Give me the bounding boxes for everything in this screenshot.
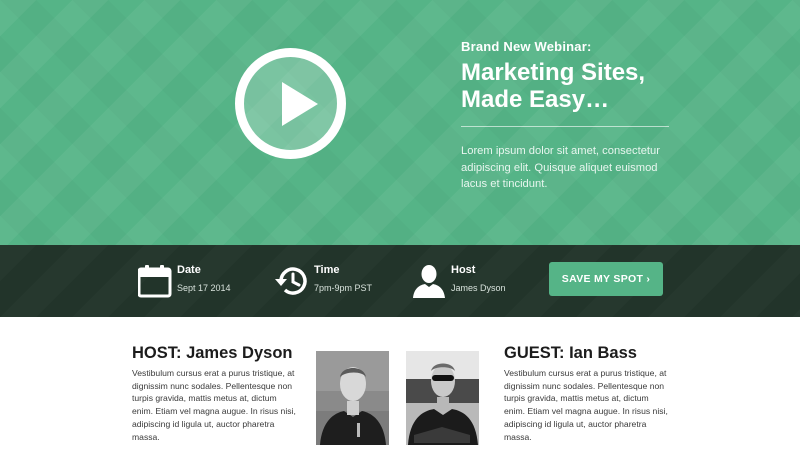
host-photo bbox=[316, 351, 389, 445]
user-silhouette-icon bbox=[413, 265, 445, 298]
info-time-value: 7pm-9pm PST bbox=[314, 283, 373, 293]
info-time-label: Time bbox=[314, 264, 340, 276]
calendar-icon bbox=[138, 265, 172, 298]
guest-photo bbox=[406, 351, 479, 445]
hero-eyebrow: Brand New Webinar: bbox=[461, 39, 592, 54]
history-clock-icon bbox=[275, 267, 307, 295]
hero-headline: Marketing Sites, Made Easy… bbox=[461, 59, 691, 113]
hero-headline-line2: Made Easy… bbox=[461, 86, 610, 113]
hero-description: Lorem ipsum dolor sit amet, consectetur … bbox=[461, 145, 660, 190]
info-date-label: Date bbox=[177, 264, 201, 276]
hero-headline-line1: Marketing Sites, bbox=[461, 59, 646, 86]
hero-section: Brand New Webinar: Marketing Sites, Made… bbox=[0, 0, 800, 245]
info-host-value: James Dyson bbox=[451, 283, 506, 293]
play-icon bbox=[282, 82, 318, 126]
info-date-value: Sept 17 2014 bbox=[177, 283, 231, 293]
host-heading: HOST: James Dyson bbox=[132, 344, 293, 362]
webinar-info-bar: Date Sept 17 2014 Time 7pm-9pm PST Host … bbox=[0, 245, 800, 317]
host-bio: Vestibulum cursus erat a purus tristique… bbox=[132, 368, 296, 442]
info-host-label: Host bbox=[451, 264, 476, 276]
video-play-button[interactable] bbox=[235, 48, 346, 159]
hero-divider bbox=[461, 126, 669, 127]
guest-heading: GUEST: Ian Bass bbox=[504, 344, 637, 362]
guest-bio: Vestibulum cursus erat a purus tristique… bbox=[504, 368, 668, 442]
save-my-spot-button[interactable]: SAVE MY SPOT › bbox=[549, 262, 663, 296]
